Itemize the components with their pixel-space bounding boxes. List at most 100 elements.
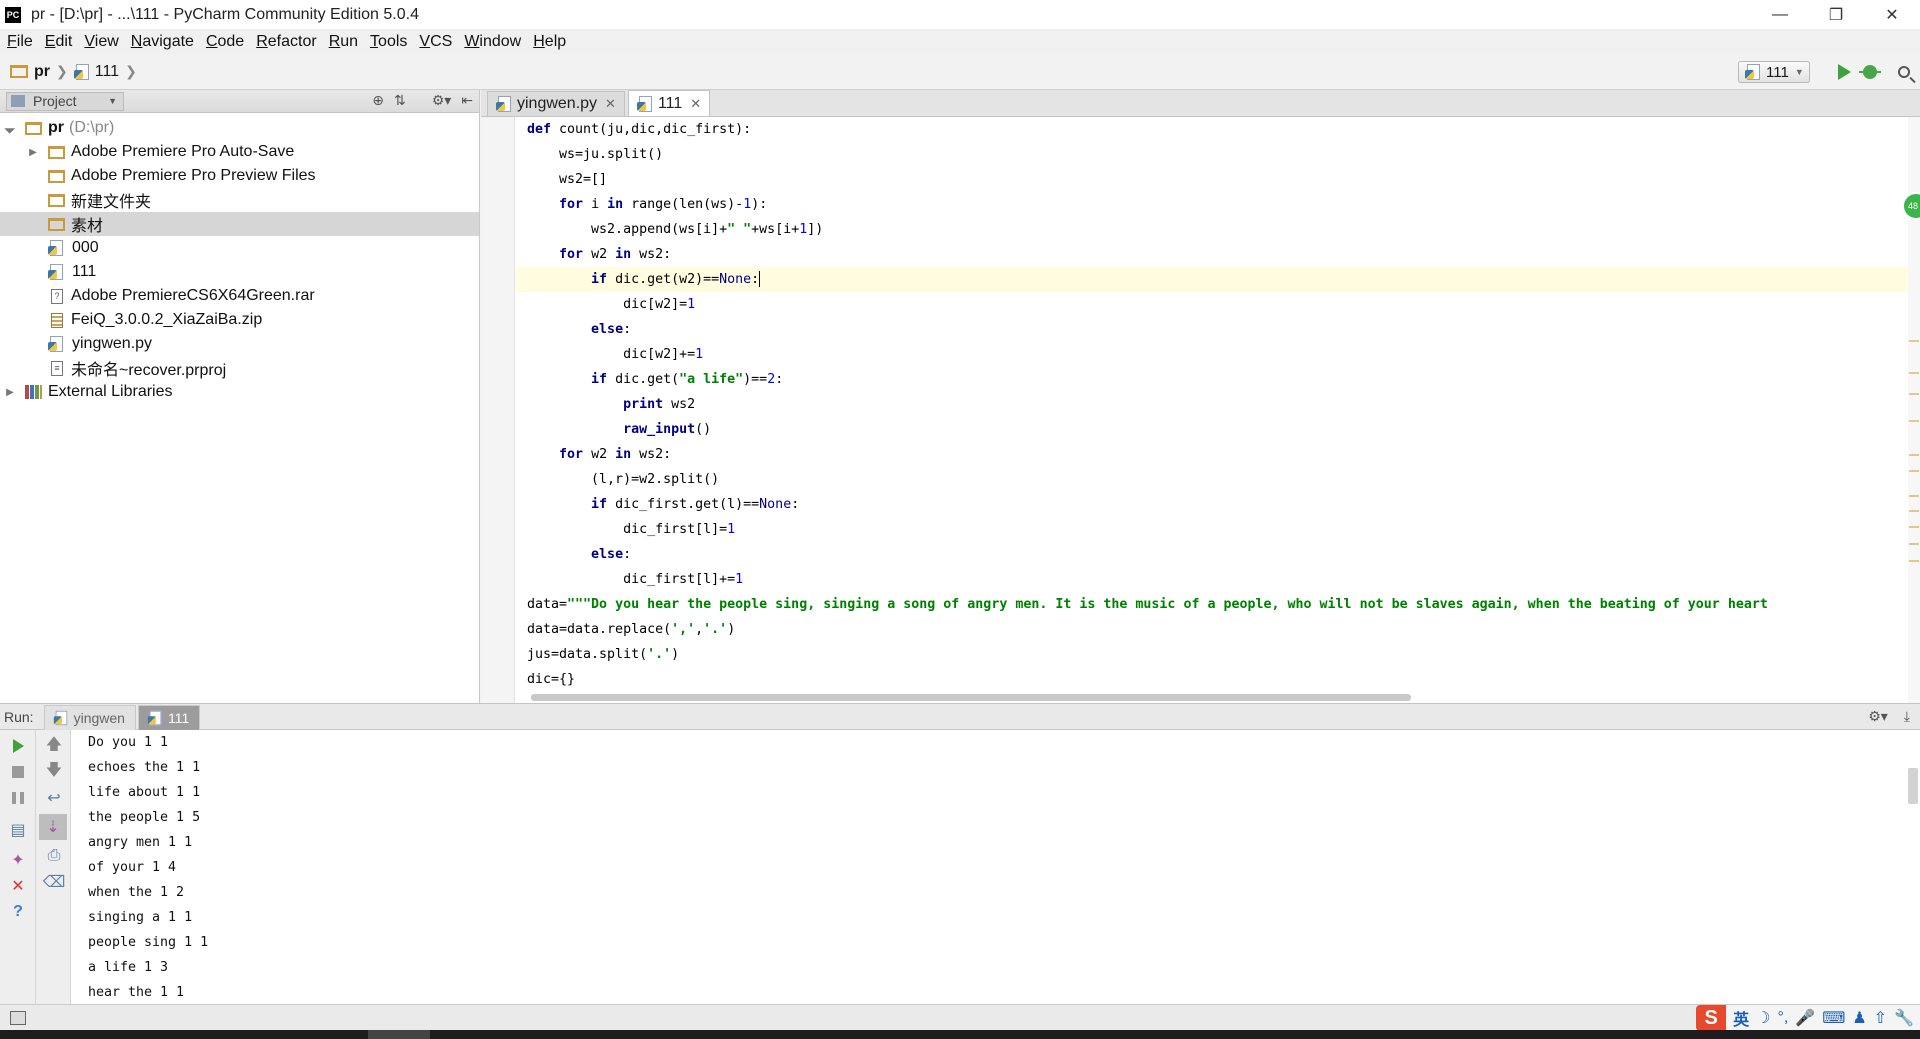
menu-refactor[interactable]: Refactor: [251, 33, 323, 51]
close-tab-icon[interactable]: ✕: [605, 96, 616, 112]
debug-button[interactable]: [1859, 62, 1881, 82]
run-configuration-selector[interactable]: 111 ▼: [1738, 61, 1810, 83]
microphone-icon[interactable]: 🎤: [1795, 1008, 1815, 1028]
warning-marker[interactable]: [1909, 543, 1919, 545]
tree-item[interactable]: 111: [0, 260, 479, 284]
console-output[interactable]: Do you 1 1 echoes the 1 1 life about 1 1 th…: [88, 730, 1900, 1004]
expanded-arrow-icon[interactable]: ◢: [3, 121, 17, 135]
console-scrollbar[interactable]: [1908, 768, 1918, 804]
editor-tab[interactable]: 111 ✕: [627, 90, 711, 116]
run-tab[interactable]: yingwen: [43, 704, 136, 730]
editor-gutter[interactable]: [481, 117, 515, 703]
close-run-button[interactable]: ✕: [8, 876, 28, 896]
warning-marker[interactable]: [1909, 526, 1919, 528]
user-icon[interactable]: ♟: [1852, 1008, 1866, 1028]
tree-item[interactable]: 新建文件夹: [0, 188, 479, 212]
code-line[interactable]: else:: [516, 317, 1920, 342]
warning-marker[interactable]: [1909, 454, 1919, 456]
code-line[interactable]: dic[w2]=1: [516, 292, 1920, 317]
menu-vcs[interactable]: VCS: [414, 33, 459, 51]
code-line[interactable]: (l,r)=w2.split(): [516, 467, 1920, 492]
menu-tools[interactable]: Tools: [365, 33, 414, 51]
stop-button[interactable]: [8, 762, 28, 782]
warning-marker[interactable]: [1909, 372, 1919, 374]
code-line[interactable]: dic={}: [516, 667, 1920, 692]
tool-windows-icon[interactable]: [10, 1011, 26, 1025]
punctuation-icon[interactable]: °,: [1777, 1009, 1788, 1027]
scroll-to-end-button[interactable]: ⇣: [39, 814, 67, 840]
code-line[interactable]: dic_first[l]=1: [516, 517, 1920, 542]
ime-language-toggle[interactable]: 英: [1733, 1006, 1749, 1030]
upload-icon[interactable]: ⇧: [1874, 1008, 1887, 1028]
menu-view[interactable]: View: [79, 33, 125, 51]
run-button[interactable]: [1834, 62, 1854, 82]
pin-tab-button[interactable]: ✦: [8, 850, 28, 870]
code-line[interactable]: raw_input(): [516, 417, 1920, 442]
code-line[interactable]: for w2 in ws2:: [516, 442, 1920, 467]
error-stripe[interactable]: 48: [1902, 117, 1920, 703]
gear-icon[interactable]: ⚙▾: [1868, 708, 1888, 725]
menu-file[interactable]: File: [2, 33, 40, 51]
clear-all-button[interactable]: ⌫: [43, 872, 66, 892]
print-button[interactable]: ⎙: [44, 846, 64, 866]
menu-help[interactable]: Help: [528, 33, 573, 51]
restore-button[interactable]: ❐: [1808, 0, 1864, 29]
code-line[interactable]: if dic_first.get(l)==None:: [516, 492, 1920, 517]
warning-marker[interactable]: [1909, 393, 1919, 395]
collapse-all-icon[interactable]: ⇅: [394, 92, 406, 109]
keyboard-icon[interactable]: ⌨: [1822, 1008, 1845, 1028]
code-line[interactable]: ws2=[]: [516, 167, 1920, 192]
warning-marker[interactable]: [1909, 420, 1919, 422]
code-line[interactable]: if dic.get(w2)==None:: [516, 267, 1920, 292]
scroll-down-button[interactable]: 🡇: [44, 762, 64, 782]
taskbar-item[interactable]: [368, 1030, 430, 1039]
code-line[interactable]: for w2 in ws2:: [516, 242, 1920, 267]
menu-edit[interactable]: Edit: [40, 33, 80, 51]
menu-window[interactable]: Window: [459, 33, 528, 51]
tree-item[interactable]: 素材: [0, 212, 479, 236]
close-tab-icon[interactable]: ✕: [690, 96, 701, 112]
hide-panel-icon[interactable]: ⇤: [461, 92, 473, 109]
wrench-icon[interactable]: 🔧: [1894, 1008, 1914, 1028]
code-line[interactable]: if dic.get("a life")==2:: [516, 367, 1920, 392]
locate-file-icon[interactable]: ⊕: [372, 92, 384, 109]
warning-marker[interactable]: [1909, 560, 1919, 562]
run-tab[interactable]: 111: [137, 704, 201, 730]
breadcrumb-file[interactable]: 111: [95, 63, 119, 81]
code-line[interactable]: data="""Do you hear the people sing, sin…: [516, 592, 1920, 617]
tree-item[interactable]: ? Adobe PremiereCS6X64Green.rar: [0, 284, 479, 308]
sogou-logo-icon[interactable]: S: [1696, 1005, 1727, 1031]
menu-run[interactable]: Run: [324, 33, 365, 51]
pause-button[interactable]: [8, 788, 28, 808]
tree-item[interactable]: ▶ Adobe Premiere Pro Auto-Save: [0, 140, 479, 164]
hide-panel-icon[interactable]: ⤓: [1904, 708, 1910, 725]
warning-marker[interactable]: [1909, 510, 1919, 512]
warning-marker[interactable]: [1909, 470, 1919, 472]
tree-item[interactable]: Adobe Premiere Pro Preview Files: [0, 164, 479, 188]
warning-marker[interactable]: [1909, 340, 1919, 342]
tree-item[interactable]: yingwen.py: [0, 332, 479, 356]
help-button[interactable]: ?: [8, 902, 28, 922]
code-line[interactable]: jus=data.split('.'): [516, 642, 1920, 667]
rerun-button[interactable]: [8, 736, 28, 756]
menu-code[interactable]: Code: [201, 33, 251, 51]
breadcrumb-project[interactable]: pr: [34, 63, 50, 81]
code-line[interactable]: def count(ju,dic,dic_first):: [516, 117, 1920, 142]
code-line[interactable]: for i in range(len(ws)-1):: [516, 192, 1920, 217]
menu-navigate[interactable]: Navigate: [126, 33, 201, 51]
code-line[interactable]: ws2.append(ws[i]+" "+ws[i+1]): [516, 217, 1920, 242]
scroll-up-button[interactable]: 🡅: [44, 736, 64, 756]
collapsed-arrow-icon[interactable]: ▶: [5, 387, 15, 398]
minimize-button[interactable]: —: [1752, 0, 1808, 29]
search-everywhere-button[interactable]: [1894, 62, 1914, 82]
gear-icon[interactable]: ⚙▾: [432, 92, 452, 109]
soft-wrap-button[interactable]: ↩: [44, 788, 64, 808]
warning-marker[interactable]: [1909, 495, 1919, 497]
tree-item[interactable]: ≡ 未命名~recover.prproj: [0, 356, 479, 380]
code-line[interactable]: data=data.replace(',','.'): [516, 617, 1920, 642]
code-line[interactable]: ws=ju.split(): [516, 142, 1920, 167]
restore-layout-button[interactable]: ▤: [8, 820, 28, 840]
tree-item[interactable]: FeiQ_3.0.0.2_XiaZaiBa.zip: [0, 308, 479, 332]
code-area[interactable]: def count(ju,dic,dic_first): ws=ju.split…: [516, 117, 1920, 703]
project-view-selector[interactable]: Project ▼: [6, 91, 124, 111]
